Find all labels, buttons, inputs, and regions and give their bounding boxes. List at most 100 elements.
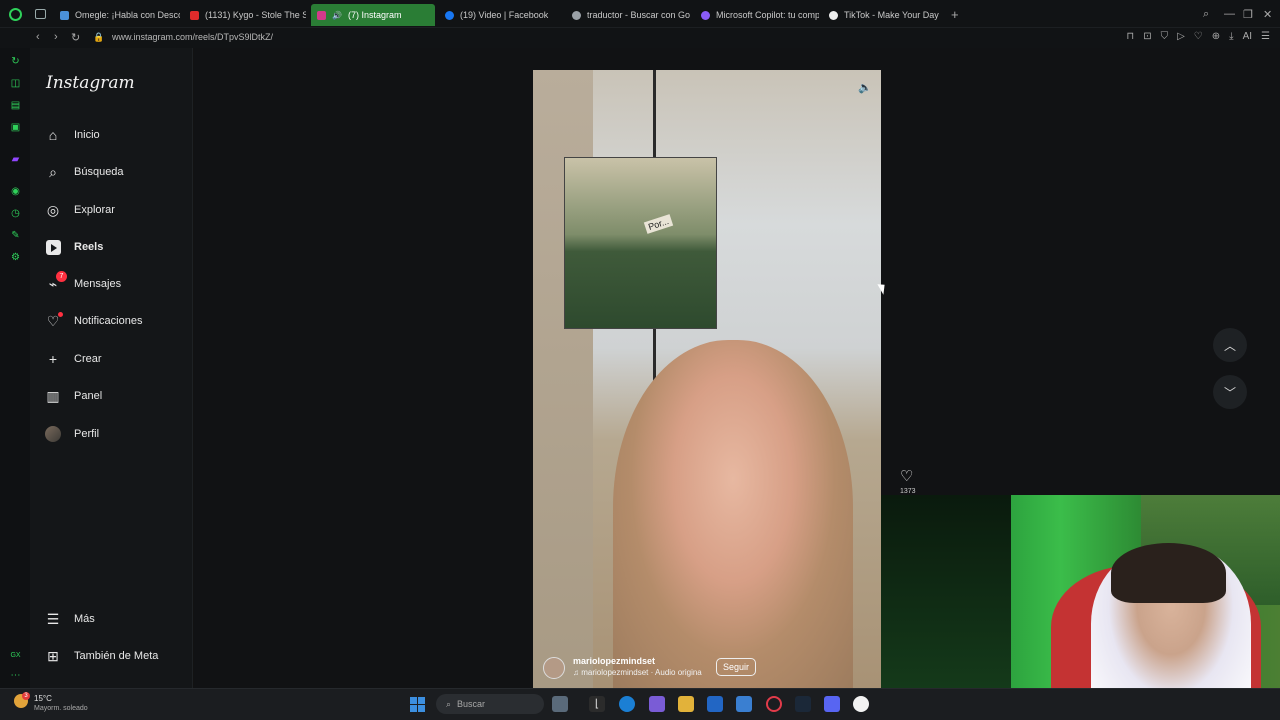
plus-icon: + (48, 351, 58, 367)
reel-person (613, 340, 853, 688)
like-count: 1373 (900, 488, 916, 495)
nav-label: Búsqueda (74, 166, 124, 178)
nav-label: Explorar (74, 204, 115, 216)
reload-icon[interactable]: ↻ (71, 31, 80, 44)
previous-reel-button[interactable]: ︿ (1213, 328, 1247, 362)
ai-button[interactable]: AI (1243, 31, 1252, 42)
close-icon[interactable]: ✕ (1263, 8, 1272, 21)
nav-item-mas[interactable]: ☰ Más (44, 606, 95, 632)
bag-icon[interactable]: ◫ (10, 78, 21, 89)
tab-title: (19) Video | Facebook (460, 10, 549, 20)
extensions-icon[interactable]: ✎ (10, 230, 21, 241)
taskbar-search[interactable]: ⌕ Buscar (436, 694, 544, 714)
discord-icon[interactable] (824, 696, 840, 712)
workspace-icon[interactable] (35, 9, 46, 19)
nav-label: Crear (74, 353, 102, 365)
new-tab-icon[interactable]: + (951, 7, 959, 22)
nav-item-reels[interactable]: Reels (44, 234, 103, 260)
weather-description[interactable]: Mayorm. soleado (34, 705, 88, 712)
windows-start-icon[interactable] (410, 697, 425, 712)
nav-item-explorar[interactable]: ◎ Explorar (44, 197, 115, 223)
nav-item-busqueda[interactable]: ⌕ Búsqueda (44, 159, 124, 185)
tab-tiktok[interactable]: TikTok - Make Your Day (823, 4, 947, 26)
weather-temperature[interactable]: 15°C (34, 694, 52, 703)
search-icon: ⌕ (49, 163, 57, 180)
nav-item-crear[interactable]: + Crear (44, 346, 102, 372)
crypto-icon[interactable]: ▤ (10, 100, 21, 111)
restore-icon[interactable]: ❐ (1243, 8, 1253, 21)
wallet-icon[interactable]: ⊕ (1212, 31, 1220, 42)
play-icon[interactable]: ▷ (1177, 31, 1185, 42)
menu-icon[interactable]: ☰ (1261, 31, 1270, 42)
unread-badge: 7 (56, 271, 67, 282)
pin-icon[interactable]: ⊓ (1126, 31, 1134, 42)
app-icon[interactable] (736, 696, 752, 712)
nav-item-mensajes[interactable]: ⌁ 7 Mensajes (44, 271, 121, 297)
folder-icon[interactable] (678, 696, 694, 712)
opera-logo-icon[interactable] (9, 8, 22, 21)
copilot-icon[interactable] (649, 696, 665, 712)
chrome-icon[interactable] (853, 696, 869, 712)
tab-title: TikTok - Make Your Day (844, 10, 939, 20)
windows-taskbar (0, 688, 1280, 720)
instagram-favicon-icon (317, 10, 326, 20)
reel-audio[interactable]: ♫ mariolopezmindset · Audio origina (573, 668, 702, 677)
nav-label: Más (74, 613, 95, 625)
more-dots-icon[interactable]: ⋯ (10, 670, 21, 681)
nav-item-notificaciones[interactable]: ♡ Notificaciones (44, 308, 142, 334)
search-tabs-icon[interactable]: ⌕ (1203, 8, 1209, 21)
store-icon[interactable] (707, 696, 723, 712)
back-icon[interactable]: ‹ (36, 31, 40, 43)
chevron-up-icon: ︿ (1223, 338, 1236, 353)
forward-icon[interactable]: › (54, 31, 58, 43)
shield-icon[interactable]: ⛉ (1161, 31, 1169, 42)
messenger-app-icon[interactable]: ▣ (10, 122, 21, 133)
tab-facebook[interactable]: (19) Video | Facebook (439, 4, 563, 26)
reel-username[interactable]: mariolopezmindset (573, 656, 655, 666)
gx-icon[interactable]: GX (10, 650, 21, 661)
refresh-icon[interactable]: ↻ (10, 56, 21, 67)
tab-title: Microsoft Copilot: tu comp (716, 10, 819, 20)
nav-label: También de Meta (74, 650, 159, 662)
edge-icon[interactable] (619, 696, 635, 712)
tab-bing[interactable]: traductor - Buscar con Go (566, 4, 690, 26)
reel-avatar[interactable] (543, 657, 565, 679)
heart-icon: ♡ (44, 312, 63, 330)
copilot-favicon-icon (701, 10, 710, 20)
like-heart-icon[interactable]: ♡ (900, 467, 913, 485)
tab-instagram[interactable]: 🔊 (7) Instagram (311, 4, 435, 26)
nav-item-perfil[interactable]: Perfil (44, 421, 99, 447)
tab-copilot[interactable]: Microsoft Copilot: tu comp (695, 4, 819, 26)
tiktok-favicon-icon (829, 10, 838, 20)
url-field[interactable]: www.instagram.com/reels/DTpvS9lDtkZ/ (112, 32, 273, 42)
tab-omegle[interactable]: Omegle: ¡Habla con Desco (54, 4, 180, 26)
follow-button[interactable]: Seguir (716, 658, 757, 676)
heart-icon[interactable]: ♡ (1194, 31, 1203, 42)
search-icon: ⌕ (446, 698, 452, 709)
volume-icon[interactable]: 🔈 (858, 81, 872, 94)
nav-item-meta[interactable]: ⊞ También de Meta (44, 643, 158, 669)
tab-title: Omegle: ¡Habla con Desco (75, 10, 180, 20)
snapshot-icon[interactable]: ⊡ (1143, 31, 1151, 42)
omegle-favicon-icon (60, 10, 69, 20)
webcam-hair (1111, 543, 1226, 603)
tab-youtube[interactable]: (1131) Kygo - Stole The Sh (184, 4, 306, 26)
task-view-icon[interactable] (552, 696, 568, 712)
twitch-icon[interactable]: ▰ (10, 154, 21, 165)
speaker-icon[interactable]: 🔊 (332, 11, 342, 20)
weather-badge: 3 (22, 692, 30, 700)
history-icon[interactable]: ◷ (10, 208, 21, 219)
nav-item-panel[interactable]: ▥ Panel (44, 383, 102, 409)
steam-icon[interactable] (795, 696, 811, 712)
next-reel-button[interactable]: ﹀ (1213, 375, 1247, 409)
terminal-icon[interactable]: ⌊ (589, 696, 605, 712)
chart-icon: ▥ (46, 387, 60, 404)
opera-gx-icon[interactable] (766, 696, 782, 712)
reel-video[interactable]: Por... (533, 70, 881, 688)
player-icon[interactable]: ◉ (10, 186, 21, 197)
settings-icon[interactable]: ⚙ (10, 252, 21, 263)
nav-item-inicio[interactable]: ⌂ Inicio (44, 122, 100, 148)
download-icon[interactable]: ⤓ (1229, 31, 1233, 42)
instagram-logo[interactable]: Instagram (46, 73, 135, 93)
minimize-icon[interactable]: — (1224, 8, 1235, 20)
